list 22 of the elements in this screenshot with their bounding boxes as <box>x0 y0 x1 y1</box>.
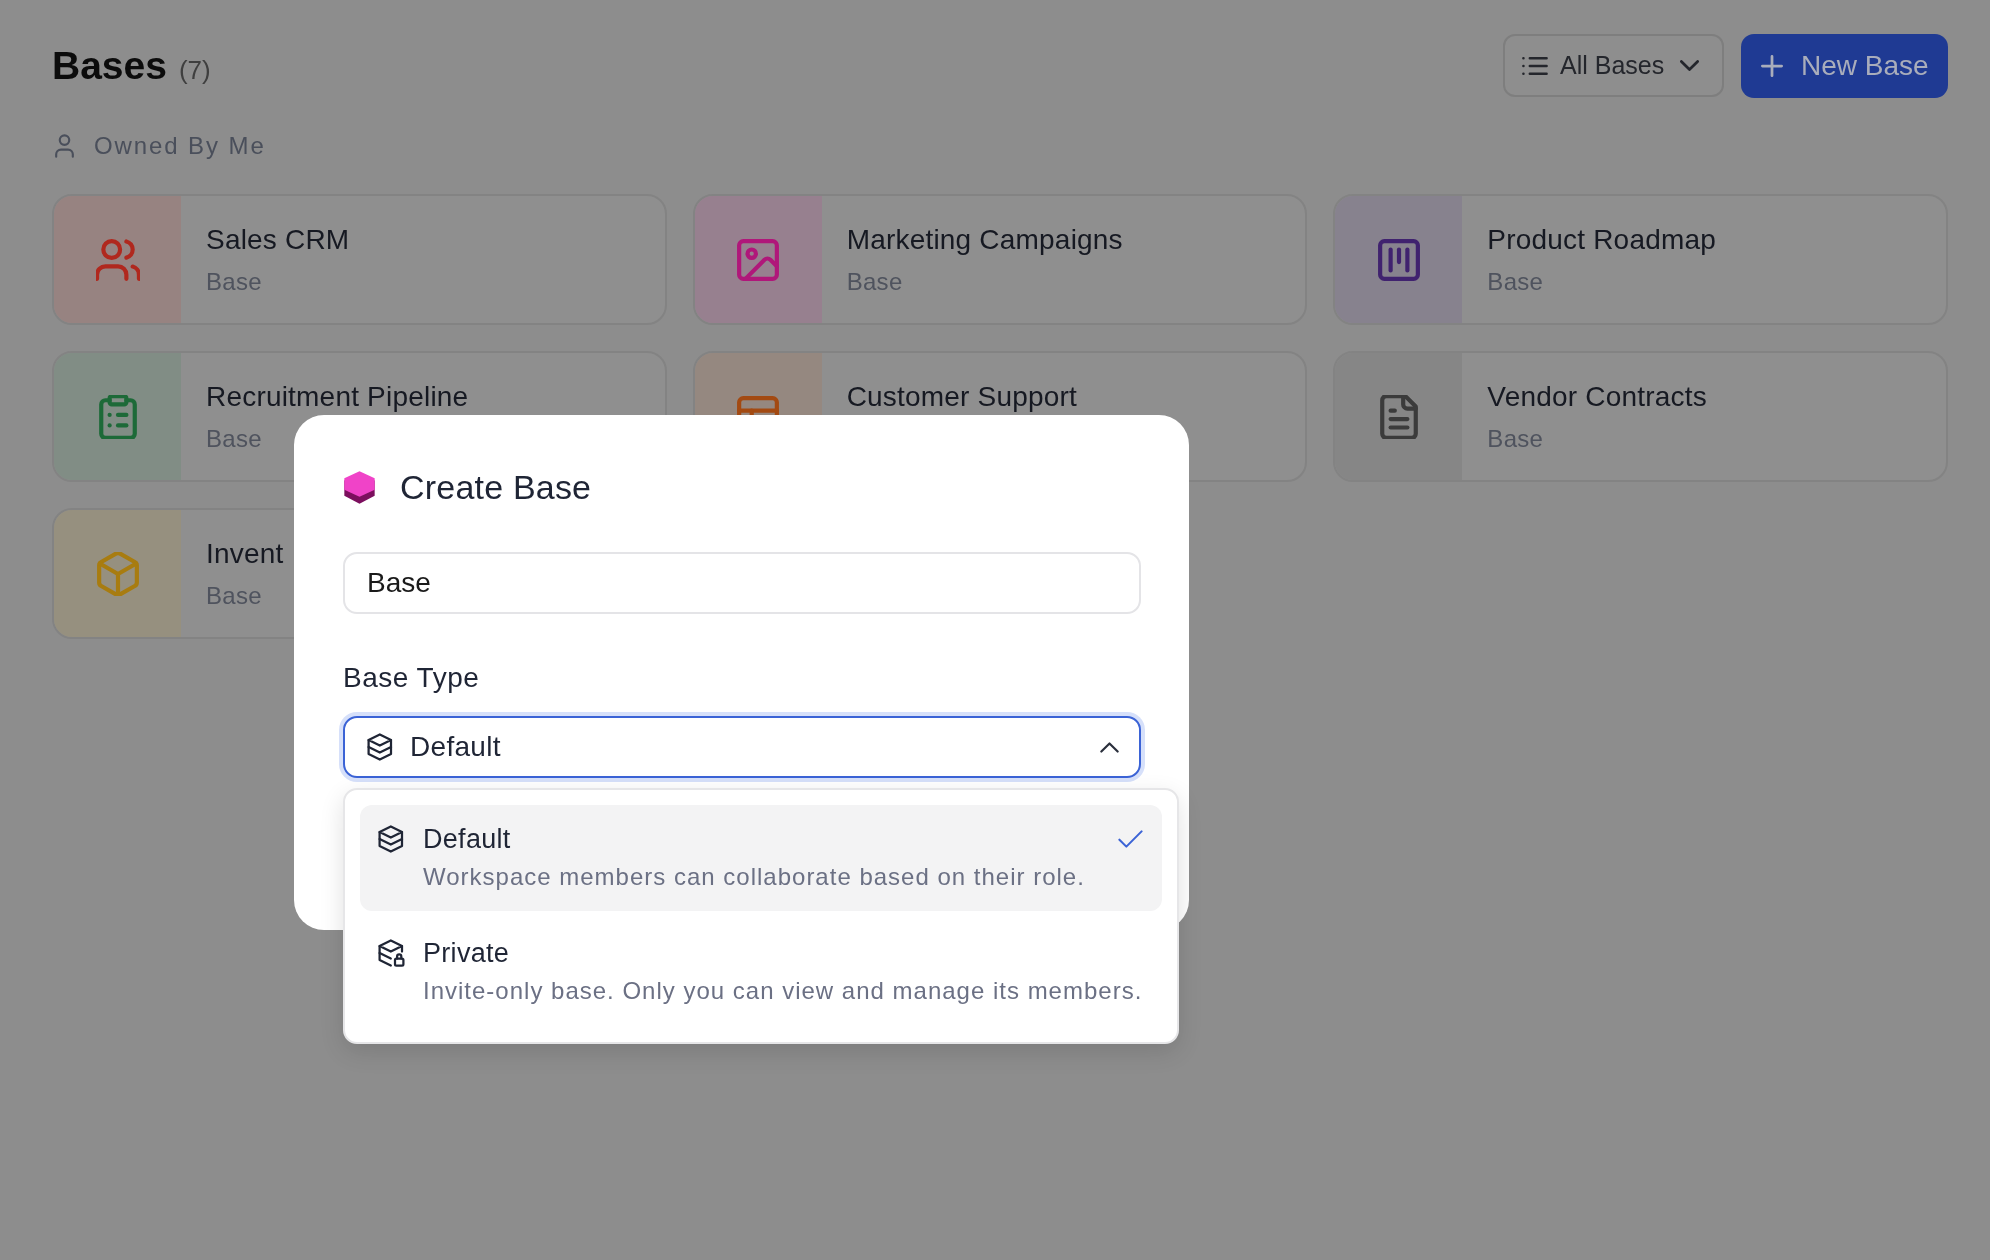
base-type: Base <box>1487 267 1544 297</box>
base-name: Customer Support <box>846 380 1078 414</box>
base-type: Base <box>846 267 903 297</box>
base-type: Base <box>206 267 262 297</box>
section-label: Owned By Me <box>94 132 266 160</box>
base-name: Recruitment Pipeline <box>206 380 469 414</box>
base-name: Vendor Contracts <box>1487 380 1707 414</box>
option-title: Default <box>423 823 511 856</box>
field-label: Base Type <box>343 661 480 695</box>
base-type: Base <box>1487 424 1544 454</box>
base-name: Product Roadmap <box>1487 223 1716 257</box>
item-count: (7) <box>178 54 211 86</box>
base-type: Base <box>206 581 262 611</box>
base-name: Marketing Campaigns <box>846 223 1123 257</box>
page-title: Bases <box>52 42 167 89</box>
base-name: Sales CRM <box>206 223 350 257</box>
base-name: Invent <box>206 537 284 571</box>
option-title: Private <box>423 937 510 970</box>
option-description: Invite-only base. Only you can view and manage its members. <box>423 976 1143 1006</box>
base-type: Base <box>206 424 262 454</box>
option-description: Workspace members can collaborate based on their role. <box>423 862 1085 892</box>
dialog-title: Create Base <box>400 467 592 508</box>
